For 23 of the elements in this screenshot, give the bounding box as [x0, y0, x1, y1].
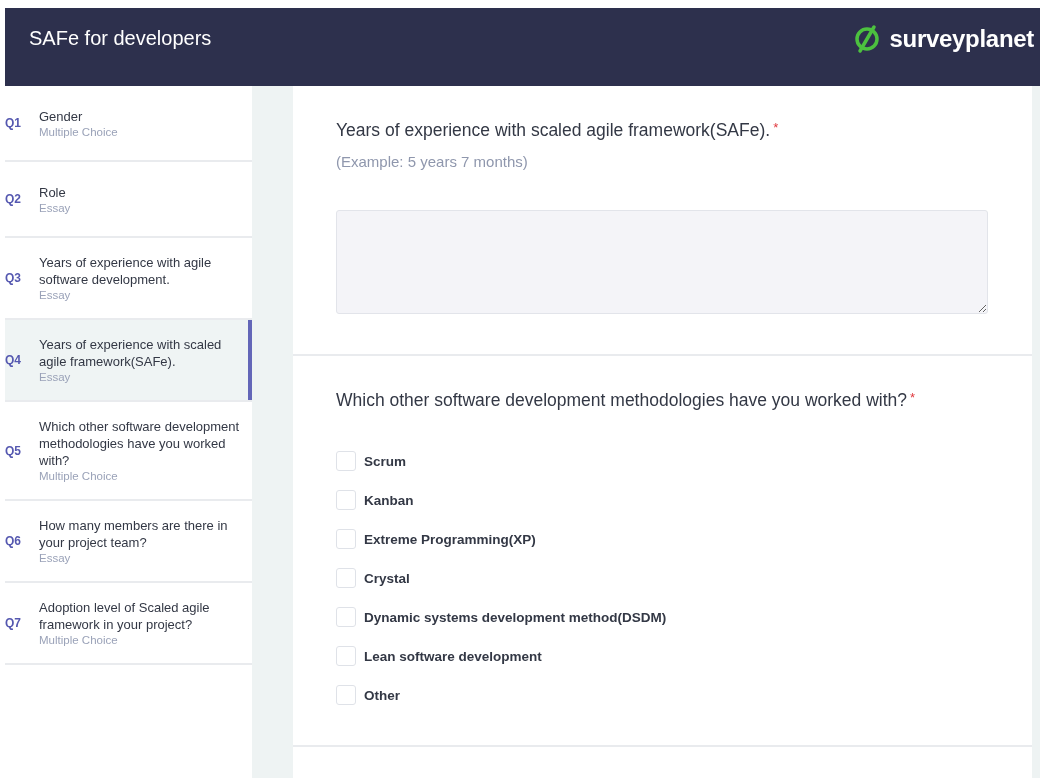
option-label[interactable]: Dynamic systems development method(DSDM): [364, 609, 667, 625]
question-list-item[interactable]: Q4 Years of experience with scaled agile framework(SAFe). Essay: [5, 320, 252, 402]
answer-box[interactable]: [336, 210, 988, 314]
question-title: Which other software development methodologies have you worked with? *: [336, 390, 917, 411]
checkbox[interactable]: [336, 568, 356, 588]
checkbox[interactable]: [336, 529, 356, 549]
question-hint: (Example: 5 years 7 months): [336, 153, 529, 170]
question-title: Years of experience with scaled agile framework(SAFe). *: [336, 120, 780, 141]
checkbox[interactable]: [336, 685, 356, 705]
logo-text: surveyplanet: [889, 25, 1034, 53]
checkbox[interactable]: [336, 451, 356, 471]
checkbox[interactable]: [336, 490, 356, 510]
option-label[interactable]: Lean software development: [364, 648, 542, 664]
option-label[interactable]: Kanban: [364, 492, 414, 508]
required-mark: *: [910, 390, 916, 405]
option-label[interactable]: Crystal: [364, 570, 410, 586]
checkbox[interactable]: [336, 646, 356, 666]
option-label[interactable]: Extreme Programming(XP): [364, 531, 536, 547]
option-label[interactable]: Scrum: [364, 453, 407, 469]
option-label[interactable]: Other: [364, 687, 400, 703]
survey-title: SAFe for developers: [29, 27, 212, 50]
required-mark: *: [773, 120, 779, 135]
checkbox[interactable]: [336, 607, 356, 627]
